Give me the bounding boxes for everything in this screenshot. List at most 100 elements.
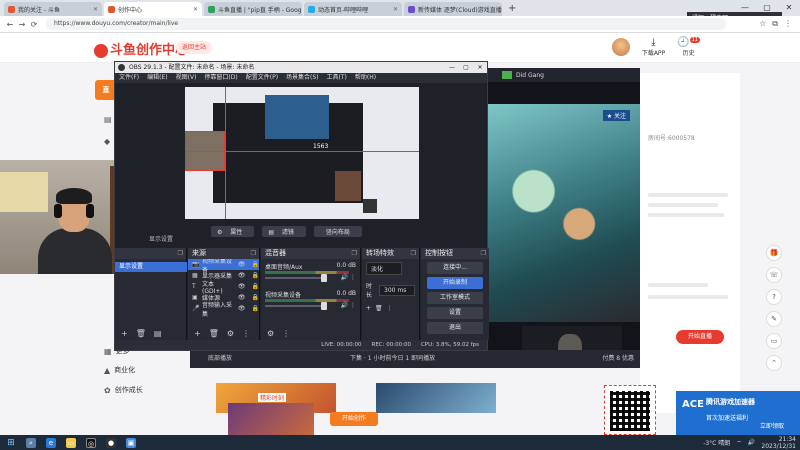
- speaker-icon[interactable]: 🔊: [341, 302, 348, 309]
- source-item[interactable]: 🎤 音频输入采集 👁 🔒: [188, 302, 259, 318]
- add-icon[interactable]: +: [366, 305, 371, 312]
- menu-docks[interactable]: 停靠窗口(D): [204, 73, 237, 83]
- maximize-icon[interactable]: ▢: [756, 0, 778, 16]
- clock[interactable]: 21:34 2023/12/31: [761, 436, 796, 450]
- delete-icon[interactable]: 🗑: [375, 305, 383, 312]
- visibility-icon[interactable]: 👁: [238, 294, 246, 301]
- dock-menu-icon[interactable]: ❐: [352, 248, 357, 259]
- close-tab-icon[interactable]: ✕: [93, 6, 98, 13]
- transition-select[interactable]: 淡化: [366, 262, 402, 275]
- lock-icon[interactable]: 🔒: [252, 261, 259, 268]
- app-icon[interactable]: ▣: [126, 437, 136, 448]
- dock-menu-icon[interactable]: ❐: [251, 248, 256, 259]
- obs-taskbar-icon[interactable]: ●: [106, 437, 116, 448]
- download-app-button[interactable]: ⤓ 下载APP: [642, 37, 665, 57]
- settings-icon[interactable]: ⚙: [227, 328, 234, 340]
- browser-tab[interactable]: 斗鱼直播 | "pip直 手柄 - Google"✕: [204, 2, 302, 16]
- feedback-icon[interactable]: ✎: [766, 311, 782, 327]
- lock-icon[interactable]: 🔒: [252, 272, 259, 279]
- browser-tab[interactable]: 新传媒体 逐梦(Cloud)游戏直播...✕: [404, 2, 502, 16]
- add-icon[interactable]: +: [121, 328, 128, 340]
- top-icon[interactable]: ⌃: [766, 355, 782, 371]
- network-icon[interactable]: ⌔: [736, 439, 742, 447]
- close-tab-icon[interactable]: ✕: [193, 6, 198, 13]
- video-frame[interactable]: [488, 104, 640, 322]
- more-icon[interactable]: ⋮: [242, 328, 250, 340]
- visibility-icon[interactable]: 👁: [238, 261, 246, 268]
- menu-profile[interactable]: 配置文件(P): [246, 73, 278, 83]
- more-icon[interactable]: ⋮: [350, 274, 356, 281]
- nav-item-commercial[interactable]: ▲ 商业化: [104, 365, 135, 375]
- volume-slider[interactable]: [265, 274, 327, 282]
- lock-icon[interactable]: 🔒: [252, 305, 259, 312]
- history-button[interactable]: 🕘 11 历史: [677, 37, 700, 57]
- browser-tab[interactable]: 我的关注 - 斗鱼 ✕: [4, 2, 102, 16]
- nav-item[interactable]: ◆: [104, 137, 110, 146]
- menu-scene-collection[interactable]: 场景集合(S): [286, 73, 319, 83]
- browser-tab[interactable]: 动态首页-哔哩哔哩 ✕: [304, 2, 402, 16]
- more-icon[interactable]: ⋮: [282, 328, 290, 340]
- footer-left-text[interactable]: 底部播放: [208, 355, 232, 362]
- source-item[interactable]: T 文本(GDI+) 👁 🔒: [188, 281, 259, 295]
- filters-button[interactable]: ▤ 滤镜: [262, 226, 306, 237]
- steam-icon[interactable]: ◎: [86, 437, 96, 448]
- menu-help[interactable]: 帮助(H): [355, 73, 376, 83]
- advanced-audio-icon[interactable]: ⚙: [267, 328, 274, 340]
- maximize-icon[interactable]: ▢: [459, 62, 473, 73]
- start-recording-button[interactable]: 开始录制: [427, 277, 483, 289]
- windows-start-icon[interactable]: ⊞: [6, 438, 16, 448]
- settings-button[interactable]: 设置: [427, 307, 483, 319]
- site-logo[interactable]: 斗鱼创作中心: [94, 39, 188, 58]
- help-icon[interactable]: ?: [766, 289, 782, 305]
- slider-knob[interactable]: [321, 302, 327, 310]
- search-icon[interactable]: ⌕: [26, 437, 36, 448]
- avatar[interactable]: [611, 38, 630, 56]
- vertical-layout-button[interactable]: 竖向布局: [313, 226, 362, 237]
- gift-icon[interactable]: 🎁: [766, 245, 782, 261]
- ad-notification[interactable]: ACE 腾讯游戏加速器 首次加速送福利 立即领取: [676, 391, 800, 435]
- browser-tab-active[interactable]: 创作中心 ✕: [104, 2, 202, 16]
- obs-preview[interactable]: 1563: [185, 87, 419, 219]
- volume-slider[interactable]: [265, 302, 327, 310]
- weather-text[interactable]: -3°C 晴朗: [703, 438, 730, 447]
- reload-icon[interactable]: ⟳: [28, 20, 40, 29]
- connecting-button[interactable]: 连接中...: [427, 262, 483, 274]
- filter-icon[interactable]: ▤: [154, 328, 162, 340]
- visibility-icon[interactable]: 👁: [238, 272, 246, 279]
- phone-icon[interactable]: ☏: [766, 267, 782, 283]
- add-icon[interactable]: +: [194, 328, 201, 340]
- video-thumbnail[interactable]: [376, 383, 496, 413]
- monitor-icon[interactable]: ▭: [766, 333, 782, 349]
- forward-icon[interactable]: →: [16, 20, 28, 29]
- more-icon[interactable]: ⋮: [350, 302, 356, 309]
- menu-edit[interactable]: 编辑(E): [147, 73, 167, 83]
- video-username[interactable]: Did Gang: [516, 72, 544, 79]
- speaker-icon[interactable]: 🔊: [341, 274, 348, 281]
- more-icon[interactable]: ⋮: [387, 305, 393, 312]
- minimize-icon[interactable]: —: [734, 0, 756, 16]
- menu-tools[interactable]: 工具(T): [327, 73, 347, 83]
- new-tab-button[interactable]: +: [508, 3, 516, 14]
- close-icon[interactable]: ✕: [778, 0, 800, 16]
- visibility-icon[interactable]: 👁: [238, 283, 246, 290]
- start-live-button[interactable]: 开始直播: [676, 330, 724, 344]
- scene-item-selected[interactable]: 显示设置: [115, 262, 187, 272]
- volume-icon[interactable]: 🔊: [748, 439, 755, 446]
- delete-icon[interactable]: 🗑: [209, 328, 219, 340]
- nav-item-growth[interactable]: ✿ 创作成长: [104, 385, 143, 395]
- start-create-button[interactable]: 开始创作: [330, 412, 378, 426]
- notification-action[interactable]: 立即领取: [760, 421, 784, 430]
- visibility-icon[interactable]: 👁: [238, 305, 246, 312]
- menu-view[interactable]: 视图(V): [176, 73, 197, 83]
- menu-file[interactable]: 文件(F): [119, 73, 139, 83]
- dock-menu-icon[interactable]: ❐: [178, 248, 183, 259]
- exit-button[interactable]: 退出: [427, 322, 483, 334]
- dock-menu-icon[interactable]: ❐: [411, 248, 416, 259]
- dock-menu-icon[interactable]: ❐: [481, 248, 486, 259]
- back-icon[interactable]: ←: [4, 20, 16, 29]
- studio-mode-button[interactable]: 工作室模式: [427, 292, 483, 304]
- minimize-icon[interactable]: —: [445, 62, 459, 73]
- close-icon[interactable]: ✕: [473, 62, 487, 73]
- lock-icon[interactable]: 🔒: [252, 294, 259, 301]
- nav-item[interactable]: ▤: [104, 115, 112, 124]
